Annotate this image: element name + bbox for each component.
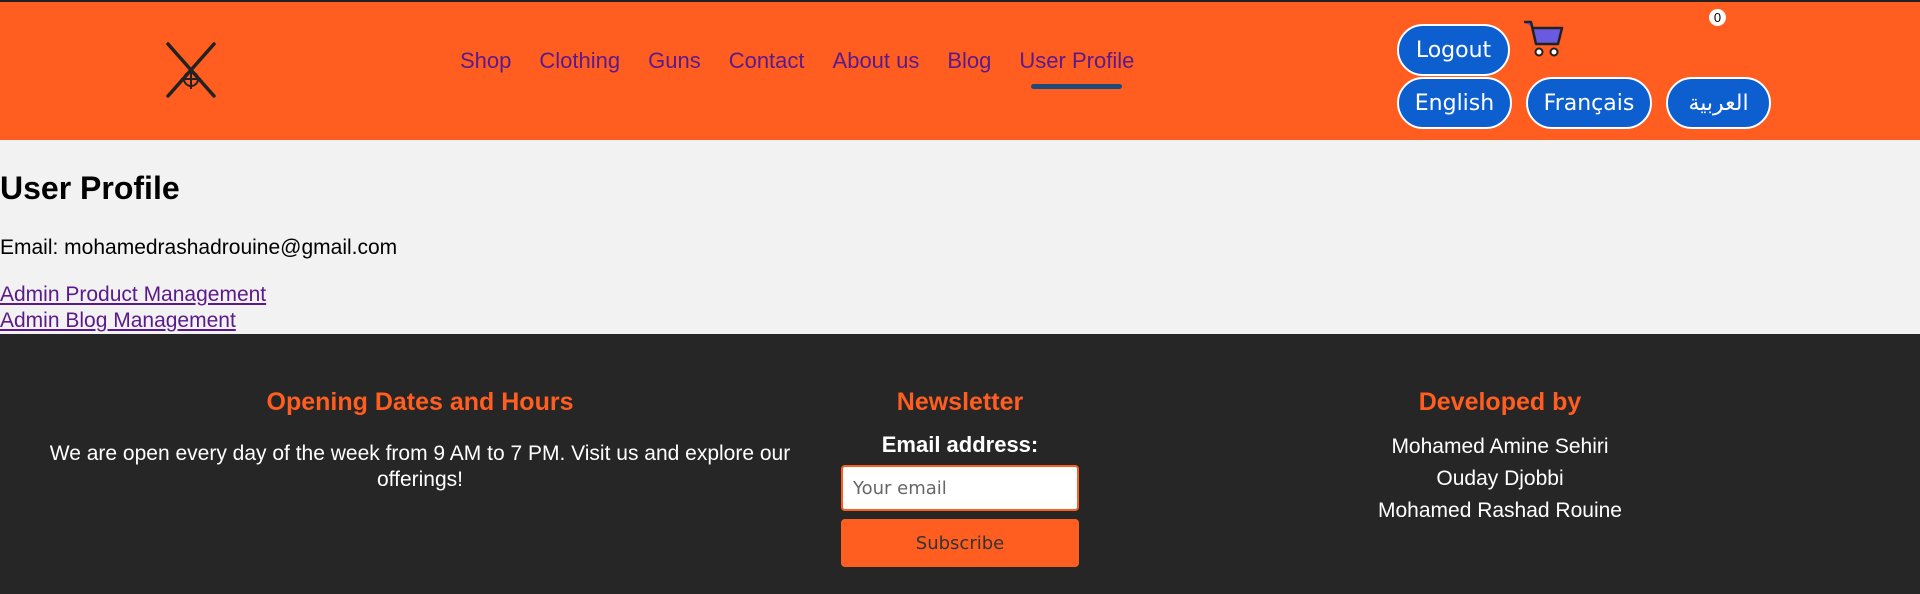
nav-user-profile-link[interactable]: User Profile: [1019, 46, 1134, 89]
developer-name: Mohamed Amine Sehiri: [1391, 435, 1609, 458]
language-arabic-button[interactable]: العربية: [1666, 77, 1771, 129]
developer-name: Ouday Djobbi: [1436, 467, 1564, 490]
nav-contact-link[interactable]: Contact: [729, 46, 805, 76]
nav-shop-link[interactable]: Shop: [460, 46, 511, 76]
profile-section: User Profile Email: mohamedrashadrouine@…: [0, 140, 1920, 334]
newsletter-title: Newsletter: [896, 388, 1024, 416]
language-english-button[interactable]: English: [1397, 77, 1512, 129]
nav-clothing-link[interactable]: Clothing: [539, 46, 620, 76]
subscribe-button[interactable]: Subscribe: [841, 519, 1079, 567]
newsletter-email-label: Email address:: [881, 432, 1039, 457]
hours-title: Opening Dates and Hours: [266, 388, 574, 416]
admin-blog-management-link[interactable]: Admin Blog Management: [0, 309, 236, 333]
developer-name: Mohamed Rashad Rouine: [1378, 499, 1622, 522]
main-nav: Shop Clothing Guns Contact About us Blog…: [460, 46, 1162, 89]
site-header: Shop Clothing Guns Contact About us Blog…: [0, 0, 1920, 140]
developers-title: Developed by: [1418, 388, 1582, 416]
language-french-button[interactable]: Français: [1526, 77, 1652, 129]
admin-product-management-link[interactable]: Admin Product Management: [0, 283, 266, 307]
crossed-rifles-logo-icon[interactable]: [160, 40, 222, 102]
page-title: User Profile: [0, 170, 180, 206]
logout-button[interactable]: Logout: [1397, 24, 1510, 76]
cart-count-badge: 0: [1709, 9, 1726, 26]
shopping-cart-icon[interactable]: [1522, 18, 1566, 60]
nav-about-link[interactable]: About us: [833, 46, 920, 76]
nav-guns-link[interactable]: Guns: [648, 46, 701, 76]
hours-text: We are open every day of the week from 9…: [49, 442, 791, 491]
developers-list: Mohamed Amine Sehiri Ouday Djobbi Mohame…: [1300, 431, 1700, 527]
newsletter-email-input[interactable]: [841, 465, 1079, 511]
user-email: Email: mohamedrashadrouine@gmail.com: [0, 236, 398, 259]
site-footer: Opening Dates and Hours We are open ever…: [0, 334, 1920, 594]
nav-blog-link[interactable]: Blog: [947, 46, 991, 76]
